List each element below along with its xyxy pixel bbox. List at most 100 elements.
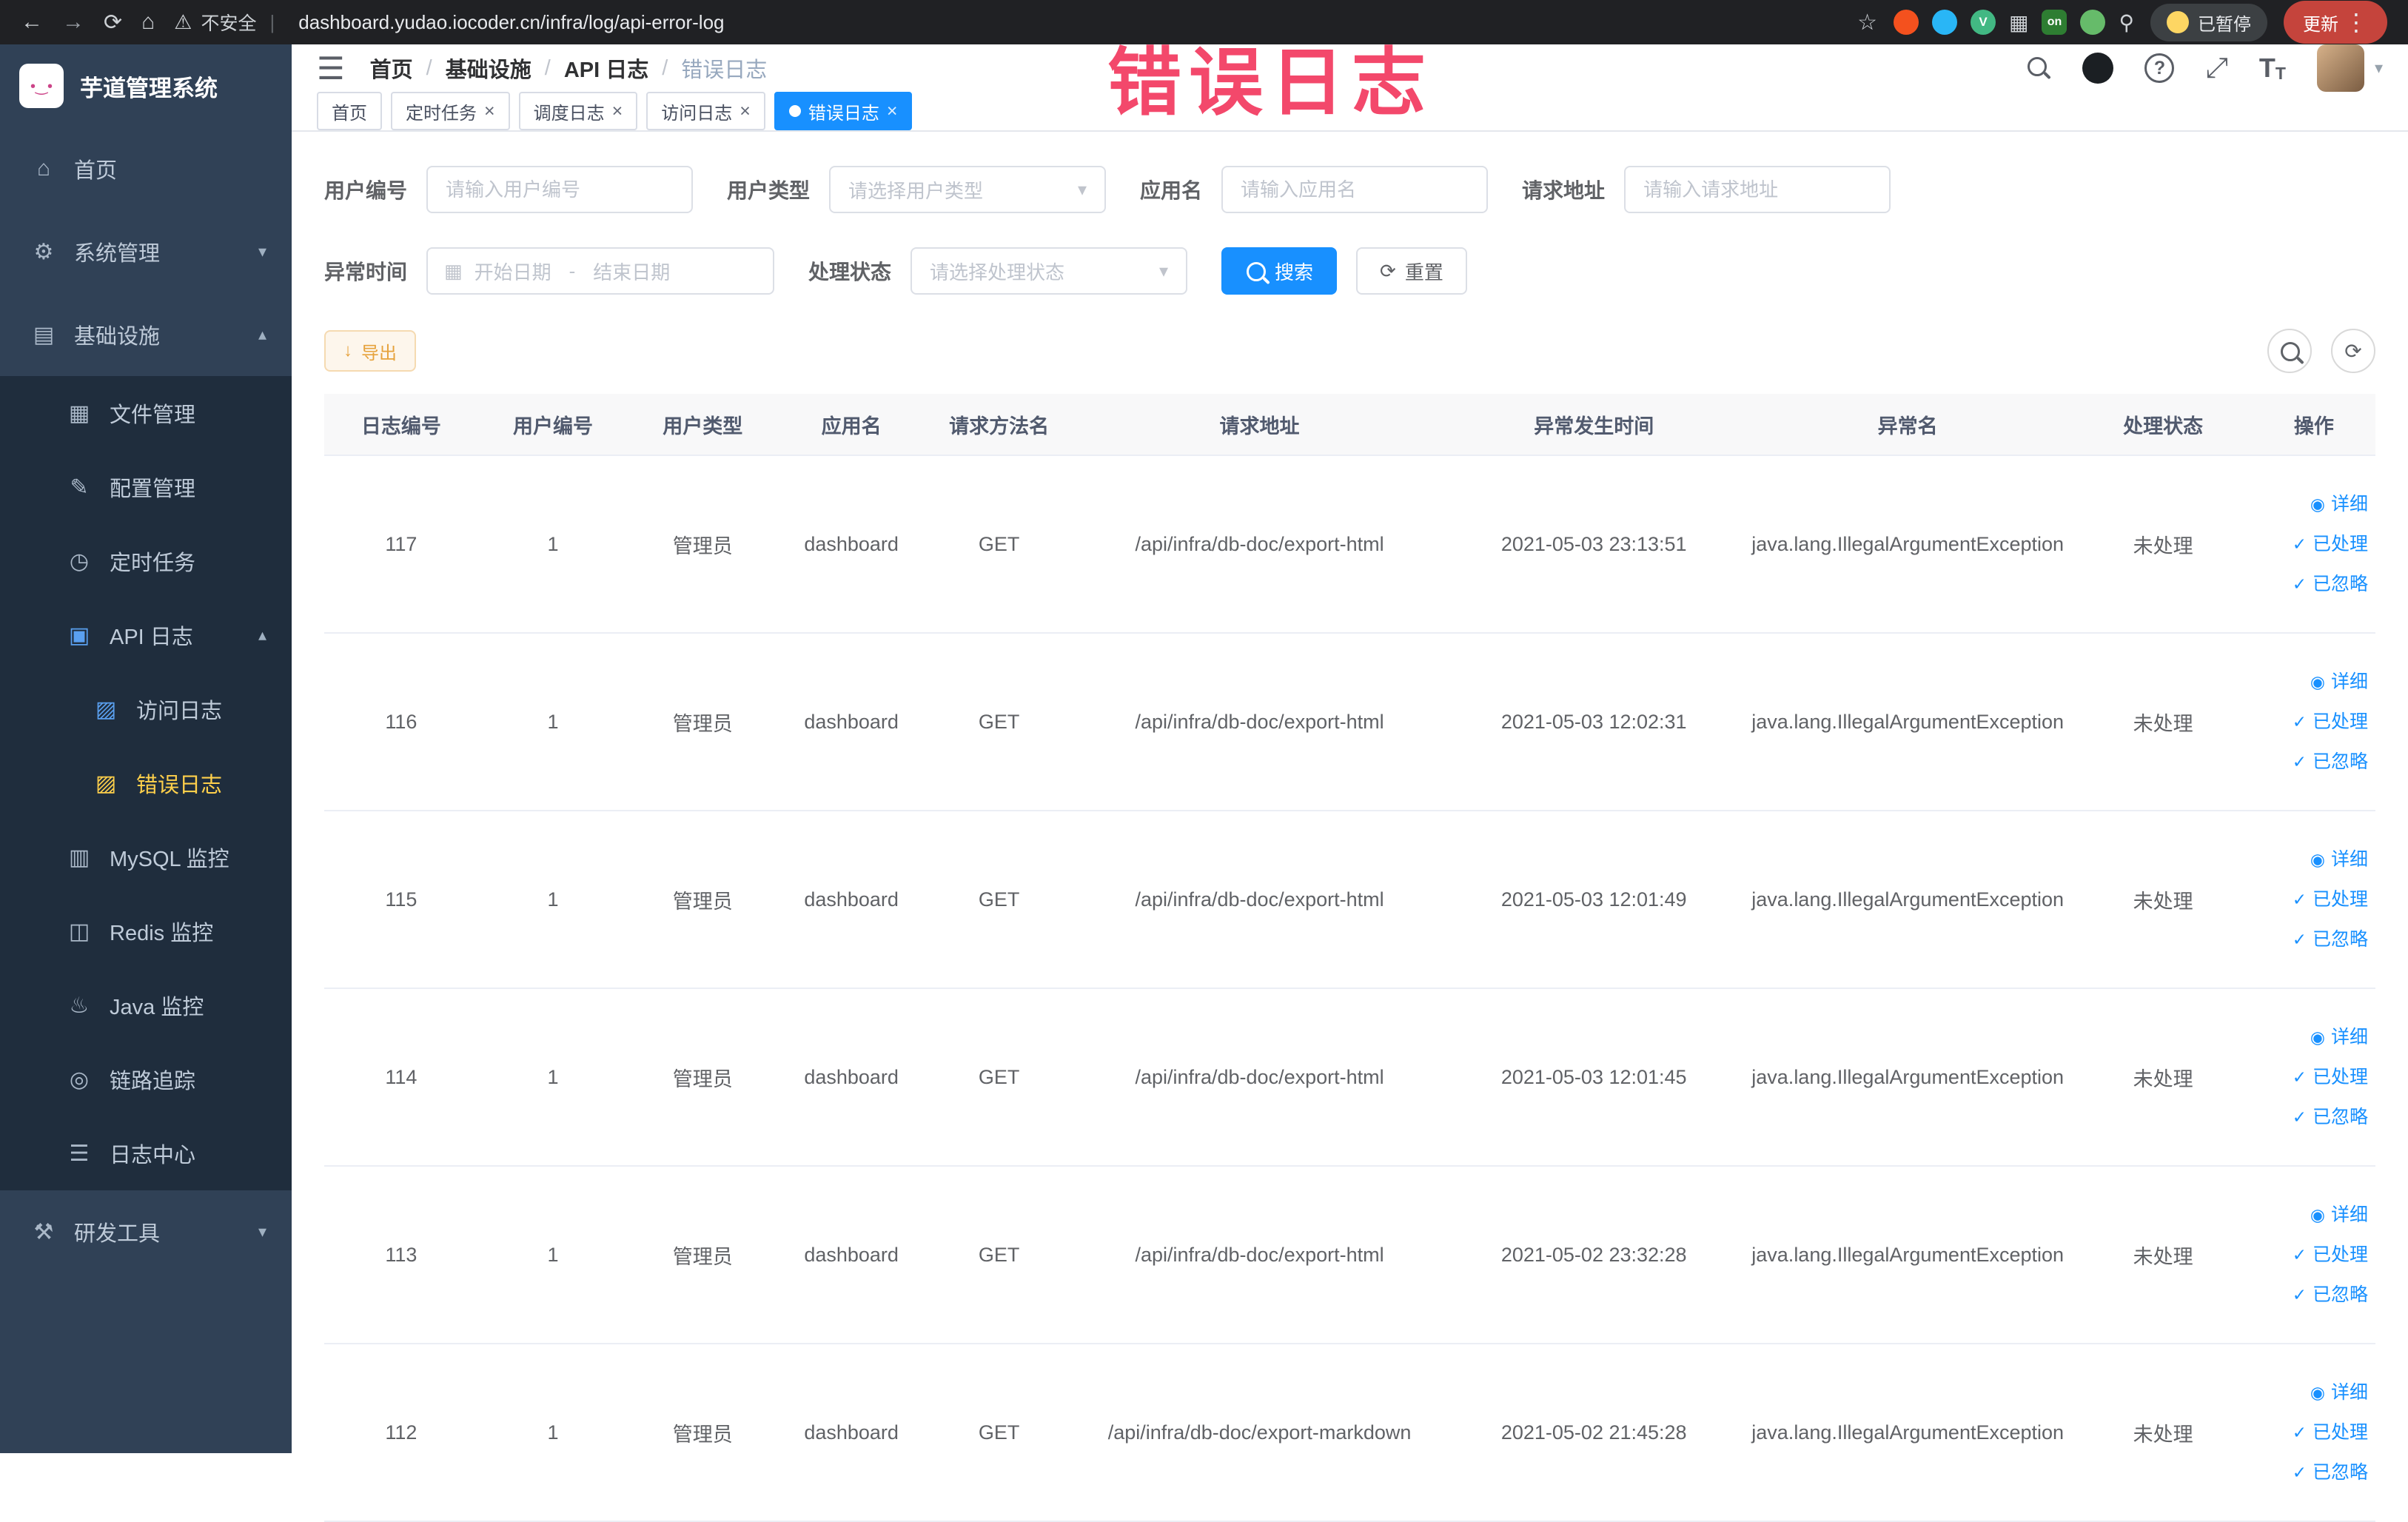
detail-link[interactable]: ◉ 详细 <box>2253 662 2368 702</box>
refresh-button[interactable]: ⟳ <box>2331 329 2375 373</box>
leaf-ext-icon[interactable] <box>2080 10 2106 35</box>
sidebar-item-redis[interactable]: ◫ Redis 监控 <box>0 894 292 968</box>
user-type-select[interactable]: 请选择用户类型 ▾ <box>829 166 1107 213</box>
update-button[interactable]: 更新 ⋮ <box>2284 1 2387 44</box>
devtools-icon: ⚒ <box>33 1219 54 1244</box>
search-button[interactable]: 搜索 <box>1221 247 1338 295</box>
search-icon[interactable] <box>2026 56 2051 81</box>
sidebar-item-api-log[interactable]: ▣ API 日志 ▴ <box>0 598 292 672</box>
timer-icon: ◷ <box>69 549 90 574</box>
sidebar-item-access-log[interactable]: ▨ 访问日志 <box>0 672 292 746</box>
close-icon[interactable]: × <box>484 101 495 122</box>
water-drop-ext-icon[interactable] <box>1932 10 1958 35</box>
sidebar-item-dev-tools[interactable]: ⚒ 研发工具 ▾ <box>0 1190 292 1273</box>
processed-link[interactable]: ✓ 已处理 <box>2253 702 2368 742</box>
extensions-puzzle-ext-icon[interactable]: ▦ <box>2009 10 2028 35</box>
devtools-ext-icon[interactable] <box>1894 10 1919 35</box>
tab-访问日志[interactable]: 访问日志 × <box>646 92 765 130</box>
tab-错误日志[interactable]: 错误日志 × <box>774 92 913 130</box>
ignored-link[interactable]: ✓ 已忽略 <box>2253 564 2368 604</box>
processed-link[interactable]: ✓ 已处理 <box>2253 1235 2368 1275</box>
address-bar[interactable]: dashboard.yudao.iocoder.cn/infra/log/api… <box>298 11 724 34</box>
sidebar-item-trace[interactable]: ◎ 链路追踪 <box>0 1042 292 1116</box>
table-row: 115 1 管理员 dashboard GET/api/infra/db-doc/exp… <box>324 811 2375 989</box>
table-row: 114 1 管理员 dashboard GET/api/infra/db-doc/exp… <box>324 988 2375 1167</box>
fullscreen-icon[interactable]: ⤢ <box>2205 53 2227 84</box>
process-status-select[interactable]: 请选择处理状态 ▾ <box>910 247 1188 295</box>
vue-ext-icon[interactable]: V <box>1971 10 1996 35</box>
font-size-icon[interactable]: TT <box>2259 53 2286 84</box>
cell-exception: java.lang.IllegalArgumentException <box>1741 633 2074 811</box>
detail-link[interactable]: ◉ 详细 <box>2253 839 2368 879</box>
processed-link[interactable]: ✓ 已处理 <box>2253 1057 2368 1097</box>
select-placeholder: 请选择处理状态 <box>930 261 1065 284</box>
sidebar-item-mysql[interactable]: ▥ MySQL 监控 <box>0 820 292 894</box>
processed-link[interactable]: ✓ 已处理 <box>2253 524 2368 564</box>
date-range-picker[interactable]: ▦ 开始日期 - 结束日期 <box>426 247 775 295</box>
processed-link[interactable]: ✓ 已处理 <box>2253 879 2368 919</box>
sidebar-item-java[interactable]: ♨ Java 监控 <box>0 968 292 1042</box>
close-icon[interactable]: × <box>739 101 751 122</box>
export-button[interactable]: ↓ 导出 <box>324 330 416 372</box>
github-icon[interactable] <box>2082 53 2114 84</box>
sidebar-item-infra[interactable]: ▤ 基础设施 ▴ <box>0 293 292 376</box>
ignored-link[interactable]: ✓ 已忽略 <box>2253 742 2368 782</box>
user-id-input[interactable] <box>426 166 694 213</box>
help-icon[interactable]: ? <box>2144 53 2175 83</box>
bookmark-star-icon[interactable]: ☆ <box>1857 10 1877 36</box>
detail-link[interactable]: ◉ 详细 <box>2253 484 2368 524</box>
breadcrumb-item[interactable]: 首页 <box>370 53 413 84</box>
ignored-link[interactable]: ✓ 已忽略 <box>2253 1275 2368 1315</box>
logo-avatar: •‿• <box>19 64 64 108</box>
back-icon[interactable]: ← <box>21 10 43 35</box>
ignored-link[interactable]: ✓ 已忽略 <box>2253 1452 2368 1492</box>
processed-link[interactable]: ✓ 已处理 <box>2253 1412 2368 1452</box>
close-icon[interactable]: × <box>612 101 623 122</box>
sidebar-item-file[interactable]: ▦ 文件管理 <box>0 376 292 450</box>
hamburger-icon[interactable]: ☰ <box>317 50 345 87</box>
pin-ext-icon[interactable]: ⚲ <box>2119 10 2134 35</box>
kebab-menu-icon[interactable]: ⋮ <box>2344 8 2368 36</box>
cell-user-type: 管理员 <box>628 1344 778 1522</box>
home-icon[interactable]: ⌂ <box>141 10 155 35</box>
on-badge-ext-icon[interactable]: on <box>2042 10 2067 35</box>
cell-user-id: 1 <box>477 1344 628 1522</box>
reload-icon[interactable]: ⟳ <box>104 10 122 36</box>
app-name-input[interactable] <box>1221 166 1489 213</box>
detail-link[interactable]: ◉ 详细 <box>2253 1195 2368 1235</box>
detail-link[interactable]: ◉ 详细 <box>2253 1372 2368 1412</box>
tab-定时任务[interactable]: 定时任务 × <box>391 92 510 130</box>
sidebar-item-config[interactable]: ✎ 配置管理 <box>0 450 292 524</box>
breadcrumb-item[interactable]: API 日志 <box>564 53 648 84</box>
tab-label: 定时任务 <box>406 103 477 124</box>
cell-user-id: 1 <box>477 811 628 989</box>
tab-调度日志[interactable]: 调度日志 × <box>518 92 638 130</box>
ignored-link[interactable]: ✓ 已忽略 <box>2253 919 2368 959</box>
tab-首页[interactable]: 首页 <box>317 92 382 130</box>
forward-icon[interactable]: → <box>62 10 84 35</box>
sidebar-item-home[interactable]: ⌂ 首页 <box>0 127 292 210</box>
detail-link[interactable]: ◉ 详细 <box>2253 1017 2368 1057</box>
site-security[interactable]: ⚠ 不安全 | <box>174 9 279 36</box>
sidebar-item-log-center[interactable]: ☰ 日志中心 <box>0 1116 292 1190</box>
cell-url: /api/infra/db-doc/export-markdown <box>1073 1344 1446 1522</box>
cell-time: 2021-05-03 12:02:31 <box>1446 633 1742 811</box>
column-header: 异常发生时间 <box>1446 394 1742 456</box>
cell-actions: ◉ 详细 ✓ 已处理 ✓ 已忽略 <box>2252 811 2375 989</box>
sidebar-item-system[interactable]: ⚙ 系统管理 ▾ <box>0 210 292 293</box>
close-icon[interactable]: × <box>887 101 898 122</box>
tab-label: 访问日志 <box>661 103 733 124</box>
cell-user-type: 管理员 <box>628 1166 778 1344</box>
app-logo[interactable]: •‿• 芋道管理系统 <box>0 44 292 127</box>
paused-badge[interactable]: 已暂停 <box>2150 3 2267 41</box>
chevron-up-icon: ▴ <box>258 626 266 644</box>
breadcrumb-item[interactable]: 基础设施 <box>446 53 531 84</box>
ignored-link[interactable]: ✓ 已忽略 <box>2253 1097 2368 1137</box>
user-menu[interactable]: ▾ <box>2316 44 2383 92</box>
sidebar-item-label: 链路追踪 <box>110 1070 196 1093</box>
sidebar-item-job[interactable]: ◷ 定时任务 <box>0 524 292 598</box>
sidebar-item-error-log[interactable]: ▨ 错误日志 <box>0 746 292 820</box>
reset-button[interactable]: ⟳ 重置 <box>1356 247 1467 295</box>
request-url-input[interactable] <box>1624 166 1891 213</box>
toggle-search-button[interactable] <box>2267 329 2312 373</box>
